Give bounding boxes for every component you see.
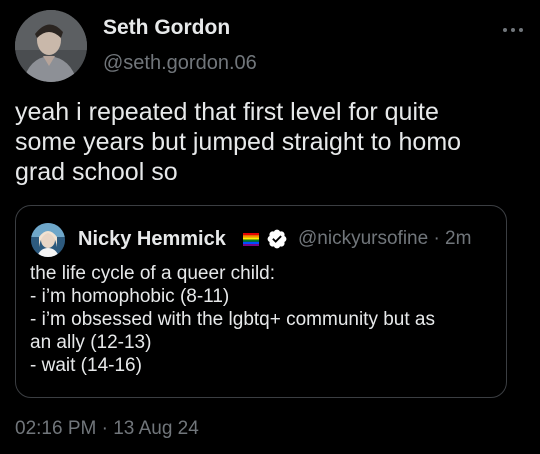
quoted-text: the life cycle of a queer child: - i’m h… (30, 262, 500, 377)
quoted-tweet[interactable]: Nicky Hemmick @nickyursofine · 2m the li… (15, 205, 507, 398)
author-handle[interactable]: @seth.gordon.06 (103, 52, 257, 75)
rainbow-flag-icon (243, 233, 259, 246)
tweet-line: yeah i repeated that first level for qui… (15, 98, 439, 126)
avatar[interactable] (15, 10, 87, 82)
quoted-line: - i’m obsessed with the lgbtq+ community… (30, 309, 435, 330)
tweet-line: grad school so (15, 158, 178, 186)
tweet-text: yeah i repeated that first level for qui… (15, 97, 530, 187)
quoted-handle-time[interactable]: @nickyursofine · 2m (298, 228, 471, 250)
quoted-line: - wait (14-16) (30, 355, 142, 376)
quoted-line: - i’m homophobic (8-11) (30, 286, 230, 307)
tweet-line: some years but jumped straight to homo (15, 128, 462, 156)
more-icon[interactable] (502, 22, 524, 32)
author-name[interactable]: Seth Gordon (103, 16, 230, 40)
quoted-author-name[interactable]: Nicky Hemmick (78, 228, 226, 251)
quoted-line: an ally (12-13) (30, 332, 152, 353)
timestamp[interactable]: 02:16 PM · 13 Aug 24 (15, 418, 199, 440)
verified-badge-icon (266, 228, 288, 250)
quoted-line: the life cycle of a queer child: (30, 263, 276, 284)
quoted-avatar[interactable] (31, 223, 65, 257)
